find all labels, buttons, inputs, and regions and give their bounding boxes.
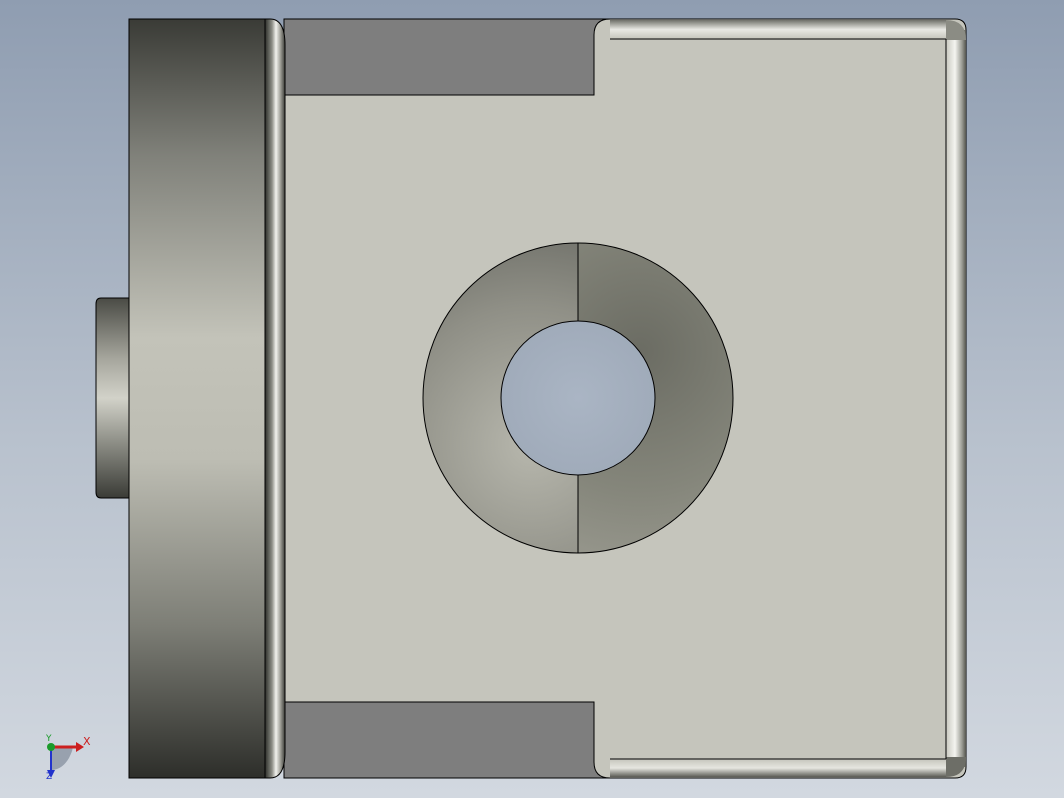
flange[interactable] bbox=[128, 18, 266, 779]
shaft-boss[interactable] bbox=[95, 297, 130, 499]
through-bore[interactable] bbox=[500, 320, 656, 476]
bottom-slot-recess[interactable] bbox=[283, 701, 611, 779]
triad-z-label: Z bbox=[46, 772, 53, 782]
top-slot-recess[interactable] bbox=[283, 18, 611, 96]
graphics-viewport[interactable]: X Y Z bbox=[0, 0, 1064, 798]
coordinate-triad bbox=[47, 742, 84, 778]
triad-x-label: X bbox=[83, 735, 91, 748]
model-view[interactable] bbox=[0, 0, 1064, 798]
flange-rim[interactable] bbox=[264, 18, 286, 779]
triad-y-label: Y bbox=[46, 734, 52, 744]
